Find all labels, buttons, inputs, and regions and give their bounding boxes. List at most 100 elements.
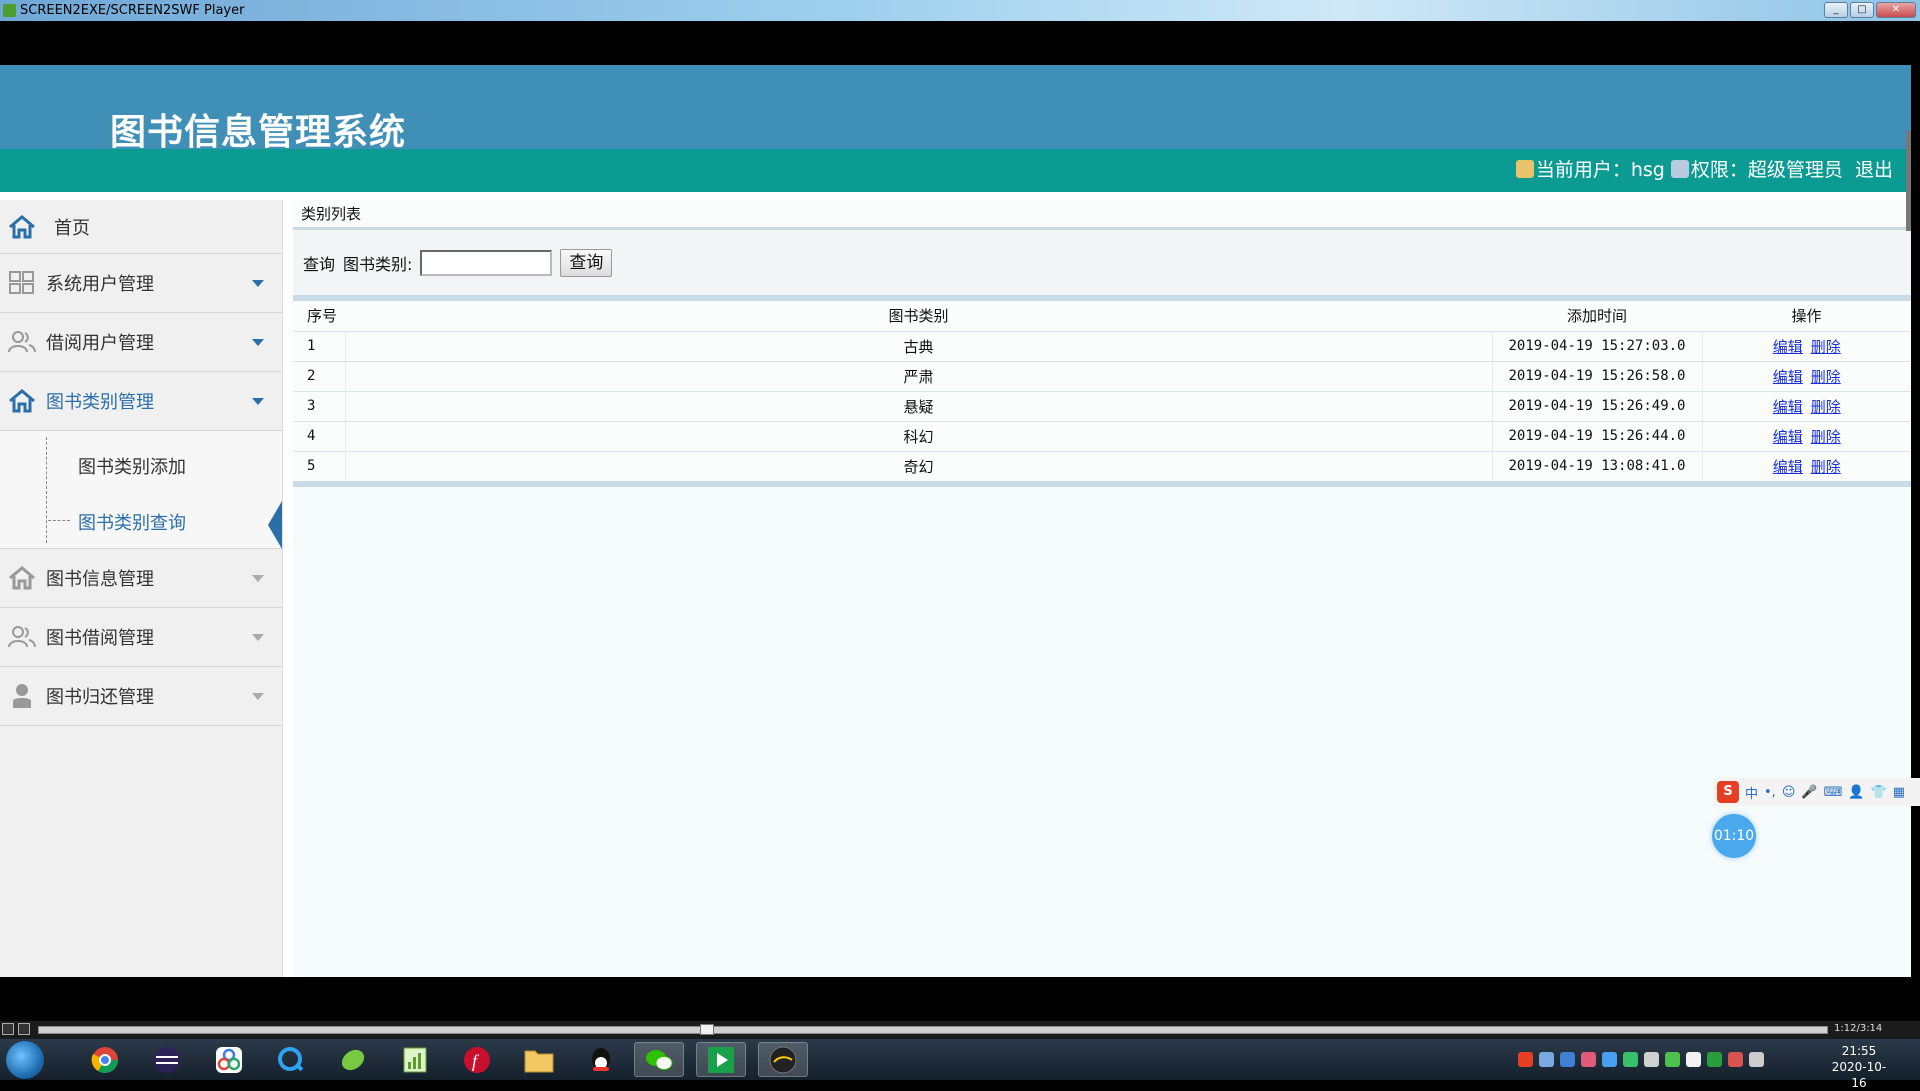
ime-mode-label[interactable]: 中: [1745, 783, 1758, 802]
row-id: 3: [293, 390, 345, 421]
grid-icon: [8, 271, 36, 295]
wechat-icon[interactable]: [1623, 1051, 1638, 1067]
tray-app-icon[interactable]: [1581, 1051, 1596, 1067]
table-row: 3 悬疑 2019-04-19 15:26:49.0 编辑 删除: [293, 390, 1911, 421]
recording-timer: 01:10: [1712, 814, 1756, 858]
chevron-down-icon: [252, 398, 264, 405]
home-icon: [8, 389, 36, 413]
close-button[interactable]: ✕: [1876, 2, 1916, 18]
main-content: 类别列表 查询 图书类别: 查询 序号 图书类别 添加时间 操作 1 古典 20…: [293, 200, 1911, 977]
player-controls: 1:12/3:14: [0, 1021, 1920, 1039]
app-window: 图书信息管理系统 当前用户：hsg 权限：超级管理员 退出 首页 系统用户管理 …: [0, 65, 1911, 977]
stop-button[interactable]: [18, 1023, 30, 1035]
sidebar-item-home[interactable]: 首页: [0, 200, 282, 254]
sidebar-item-label: 图书借阅管理: [46, 628, 154, 649]
edit-link[interactable]: 编辑: [1773, 398, 1803, 416]
sogou-icon[interactable]: [1518, 1051, 1533, 1067]
wechat-icon[interactable]: [634, 1042, 684, 1077]
user-icon[interactable]: 👤: [1848, 785, 1864, 800]
sidebar-item-label: 首页: [54, 217, 90, 239]
sidebar-item-category-management[interactable]: 图书类别管理: [0, 372, 282, 431]
sidebar-item-book-borrow[interactable]: 图书借阅管理: [0, 608, 282, 667]
submenu-item-category-add[interactable]: 图书类别添加: [78, 453, 186, 479]
pause-button[interactable]: [2, 1023, 14, 1035]
query-button[interactable]: 查询: [560, 248, 613, 277]
qq-icon[interactable]: [1686, 1051, 1701, 1067]
folder-icon[interactable]: [514, 1042, 564, 1077]
chrome-icon[interactable]: [80, 1042, 130, 1077]
microphone-icon[interactable]: 🎤: [1801, 785, 1817, 800]
delete-link[interactable]: 删除: [1811, 458, 1841, 476]
delete-link[interactable]: 删除: [1811, 338, 1841, 356]
network-icon[interactable]: [204, 1042, 254, 1077]
sidebar-item-book-return[interactable]: 图书归还管理: [0, 667, 282, 726]
skin-icon[interactable]: 👕: [1871, 785, 1887, 800]
row-category: 严肃: [344, 360, 1492, 391]
sidebar-item-borrow-users[interactable]: 借阅用户管理: [0, 313, 282, 372]
volume-icon[interactable]: [1644, 1051, 1659, 1067]
chart-app-icon[interactable]: [390, 1042, 440, 1077]
scrollbar[interactable]: [1906, 131, 1911, 231]
category-search-input[interactable]: [420, 249, 553, 276]
query-label: 查询: [303, 254, 336, 274]
delete-link[interactable]: 删除: [1811, 428, 1841, 446]
user-icon: [1515, 160, 1534, 178]
edit-link[interactable]: 编辑: [1773, 338, 1803, 356]
taskbar-clock[interactable]: 21:55 2020-10-16: [1826, 1043, 1892, 1091]
app-icon: [3, 4, 16, 17]
tray-app-icon[interactable]: [1539, 1051, 1554, 1067]
seek-bar[interactable]: [38, 1026, 1828, 1034]
media-icon[interactable]: [758, 1042, 808, 1077]
table-row: 1 古典 2019-04-19 15:27:03.0 编辑 删除: [293, 330, 1911, 361]
seek-handle[interactable]: [700, 1024, 714, 1035]
row-time: 2019-04-19 15:27:03.0: [1491, 330, 1702, 361]
tree-line: [46, 437, 47, 543]
tray-app-icon[interactable]: [1665, 1051, 1680, 1067]
row-actions: 编辑 删除: [1701, 420, 1911, 451]
minimize-button[interactable]: _: [1824, 2, 1848, 18]
chevron-down-icon: [252, 280, 264, 287]
browser-icon[interactable]: [266, 1042, 316, 1077]
edit-link[interactable]: 编辑: [1773, 368, 1803, 386]
maximize-button[interactable]: □: [1850, 2, 1874, 18]
row-time: 2019-04-19 15:26:58.0: [1491, 360, 1702, 391]
sidebar: 首页 系统用户管理 借阅用户管理 图书类别管理 图书类别添加 图书类别查询 图书…: [0, 200, 283, 977]
security-icon[interactable]: [1602, 1051, 1617, 1067]
eclipse-icon[interactable]: [142, 1042, 192, 1077]
sidebar-item-system-users[interactable]: 系统用户管理: [0, 254, 282, 313]
row-actions: 编辑 删除: [1701, 360, 1911, 391]
emoji-icon[interactable]: ☺: [1782, 785, 1796, 800]
row-time: 2019-04-19 15:26:49.0: [1491, 390, 1702, 421]
edit-link[interactable]: 编辑: [1773, 458, 1803, 476]
sidebar-item-book-info[interactable]: 图书信息管理: [0, 549, 282, 608]
row-time: 2019-04-19 15:26:44.0: [1491, 420, 1702, 451]
delete-link[interactable]: 删除: [1811, 368, 1841, 386]
mute-icon[interactable]: [1728, 1051, 1743, 1067]
sogou-icon: S: [1717, 781, 1739, 803]
screen-player-icon[interactable]: [696, 1042, 746, 1077]
home-icon: [8, 214, 36, 239]
breadcrumb: 类别列表: [293, 200, 1911, 230]
edit-link[interactable]: 编辑: [1773, 428, 1803, 446]
start-button[interactable]: [6, 1041, 44, 1079]
logout-link[interactable]: 退出: [1855, 159, 1893, 181]
chevron-down-icon: [252, 634, 264, 641]
ime-toolbar[interactable]: S 中 •, ☺ 🎤 ⌨ 👤 👕 ▦: [1713, 778, 1920, 806]
punctuation-icon[interactable]: •,: [1764, 785, 1776, 800]
keyboard-icon[interactable]: ⌨: [1824, 785, 1843, 800]
leaf-icon[interactable]: [328, 1042, 378, 1077]
category-field-label: 图书类别:: [343, 254, 413, 274]
delete-link[interactable]: 删除: [1811, 398, 1841, 416]
submenu-item-category-query[interactable]: 图书类别查询: [78, 509, 186, 535]
row-category: 悬疑: [344, 390, 1492, 421]
flash-icon[interactable]: f: [452, 1042, 502, 1077]
chevron-down-icon: [252, 693, 264, 700]
grid-icon[interactable]: ▦: [1893, 785, 1905, 800]
shield-icon[interactable]: [1560, 1051, 1575, 1067]
row-id: 4: [293, 420, 345, 451]
qq-icon[interactable]: [576, 1042, 626, 1077]
taskbar: f 21:55 2020-10-16: [0, 1039, 1920, 1090]
clock-time: 21:55: [1841, 1044, 1877, 1058]
display-icon[interactable]: [1749, 1051, 1764, 1067]
network-icon[interactable]: [1707, 1051, 1722, 1067]
